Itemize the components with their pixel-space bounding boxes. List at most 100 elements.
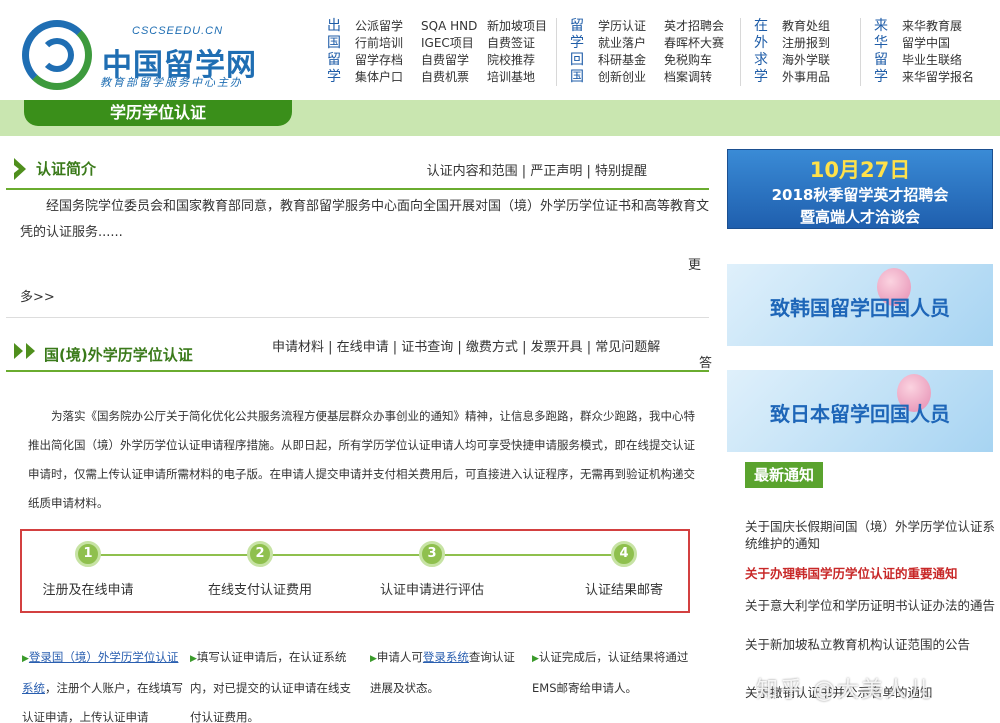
foreign-cert-links[interactable]: 申请材料 | 在线申请 | 证书查询 | 缴费方式 | 发票开具 | 常见问题解… (272, 340, 712, 371)
step-item: 2 在线支付认证费用 (180, 541, 340, 598)
banner-line: 2018秋季留学英才招聘会 (771, 186, 949, 204)
news-item[interactable]: 关于国庆长假期间国（境）外学历学位认证系统维护的通知 (745, 518, 995, 552)
logo-emblem-inner (40, 38, 74, 72)
step-label: 认证申请进行评估 (379, 583, 484, 598)
nav-link[interactable]: 科研基金 (598, 52, 656, 69)
foreign-cert-text: 为落实《国务院办公厅关于简化优化公共服务流程方便基层群众办事创业的通知》精神，让… (28, 409, 695, 510)
nav-group-study-abroad: 出国留学 公派留学 行前培训 留学存档 集体户口 SQA HND IGEC项目 … (325, 18, 547, 86)
nav-divider (556, 18, 557, 86)
nav-link[interactable]: 学历认证 (598, 18, 656, 35)
triangle-bullet-icon: ▶ (22, 654, 29, 664)
link-statement[interactable]: 严正声明 (530, 164, 582, 179)
banner-line: 暨高端人才洽谈会 (799, 208, 920, 226)
nav-divider (740, 18, 741, 86)
job-fair-banner[interactable]: 10月27日 2018秋季留学英才招聘会 暨高端人才洽谈会 (727, 149, 993, 229)
foreign-cert-links-line2[interactable]: 答 (699, 356, 712, 372)
nav-divider (860, 18, 861, 86)
instruction-text: 申请人可 (376, 650, 423, 664)
nav-link[interactable]: 春晖杯大赛 (664, 35, 724, 52)
nav-link[interactable]: 毕业生联络 (902, 52, 974, 69)
double-chevron-icon (14, 343, 35, 359)
nav-link[interactable]: 行前培训 (355, 35, 413, 52)
instruction-text: ，注册个人账户，在线填写认证申请，上传认证申请 (22, 681, 183, 723)
nav-link[interactable]: 外事用品 (782, 69, 830, 86)
instruction-text: 填写认证申请后，在认证系统内，对已提交的认证申请在线支付认证费用。 (190, 650, 351, 723)
nav-link[interactable]: SQA HND (421, 18, 479, 35)
watermark: 知乎 @大美人儿 (756, 678, 933, 703)
banner-text: 致日本留学回国人员 (770, 402, 950, 426)
nav-link[interactable]: 留学存档 (355, 52, 413, 69)
process-steps: 1 注册及在线申请 2 在线支付认证费用 3 认证申请进行评估 4 认证结果邮寄 (20, 529, 690, 613)
instruction-step3: ▶申请人可登录系统查询认证进展及状态。 (370, 643, 520, 703)
nav-link[interactable]: 自费机票 (421, 69, 479, 86)
instruction-text: 认证完成后，认证结果将通过EMS邮寄给申请人。 (532, 650, 689, 695)
foreign-cert-title: 国(境)外学历学位认证 (44, 346, 193, 364)
news-title: 最新通知 (745, 462, 823, 488)
intro-section: 认证简介 认证内容和范围 | 严正声明 | 特别提醒 经国务院学位委员会和国家教… (6, 150, 709, 318)
more-link[interactable]: 多>> (20, 286, 55, 305)
intro-header: 认证简介 认证内容和范围 | 严正声明 | 特别提醒 (6, 150, 709, 190)
step-label: 注册及在线申请 (42, 583, 134, 598)
intro-links: 认证内容和范围 | 严正声明 | 特别提醒 (426, 164, 647, 179)
step-number-badge: 3 (419, 541, 445, 567)
chevron-right-icon (14, 158, 26, 180)
foreign-cert-header: 国(境)外学历学位认证 申请材料 | 在线申请 | 证书查询 | 缴费方式 | … (6, 330, 712, 372)
page: CSCSEEDU.CN 中国留学网 教育部留学服务中心主办 出国留学 公派留学 … (0, 0, 1000, 723)
step-number-badge: 2 (247, 541, 273, 567)
triangle-bullet-icon: ▶ (190, 654, 197, 664)
instruction-step4: ▶认证完成后，认证结果将通过EMS邮寄给申请人。 (532, 643, 702, 703)
nav-group-title: 在外求学 (754, 18, 768, 85)
link-scope[interactable]: 认证内容和范围 (427, 164, 518, 179)
foreign-cert-links-line1[interactable]: 申请材料 | 在线申请 | 证书查询 | 缴费方式 | 发票开具 | 常见问题解 (272, 340, 660, 355)
triangle-bullet-icon: ▶ (370, 654, 377, 664)
nav-link[interactable]: 集体户口 (355, 69, 413, 86)
nav-link[interactable]: 留学中国 (902, 35, 974, 52)
step-number-badge: 4 (611, 541, 637, 567)
instruction-step1: ▶登录国（境）外学历学位认证系统，注册个人账户，在线填写认证申请，上传认证申请 (22, 643, 184, 723)
intro-title: 认证简介 (36, 160, 97, 178)
site-logo[interactable]: CSCSEEDU.CN 中国留学网 教育部留学服务中心主办 (22, 18, 292, 98)
nav-link[interactable]: 免税购车 (664, 52, 724, 69)
banner-text: 致韩国留学回国人员 (770, 296, 950, 320)
step-item: 1 注册及在线申请 (8, 541, 168, 598)
nav-link[interactable]: 自费签证 (487, 35, 547, 52)
japan-returnees-banner[interactable]: 致日本留学回国人员 (727, 370, 993, 452)
news-item[interactable]: 关于意大利学位和学历证明书认证办法的通告 (745, 597, 995, 614)
step-number-badge: 1 (75, 541, 101, 567)
nav-group-abroad-study: 在外求学 教育处组 注册报到 海外学联 外事用品 (752, 18, 830, 86)
nav-link[interactable]: 来华教育展 (902, 18, 974, 35)
nav-link[interactable]: 新加坡项目 (487, 18, 547, 35)
nav-link[interactable]: 英才招聘会 (664, 18, 724, 35)
step-label: 在线支付认证费用 (207, 583, 312, 598)
banner-date: 10月27日 (809, 158, 911, 182)
nav-group-return: 留学回国 学历认证 就业落户 科研基金 创新创业 英才招聘会 春晖杯大赛 免税购… (568, 18, 724, 86)
step-item: 4 认证结果邮寄 (544, 541, 704, 598)
nav-link[interactable]: 自费留学 (421, 52, 479, 69)
nav-link[interactable]: 公派留学 (355, 18, 413, 35)
step-label: 认证结果邮寄 (584, 583, 663, 598)
nav-group-title: 留学回国 (570, 18, 584, 85)
nav-link[interactable]: 培训基地 (487, 69, 547, 86)
nav-link[interactable]: 创新创业 (598, 69, 656, 86)
nav-group-come-china: 来华留学 来华教育展 留学中国 毕业生联络 来华留学报名 (872, 18, 974, 86)
nav-link[interactable]: 来华留学报名 (902, 69, 974, 86)
nav-link[interactable]: IGEC项目 (421, 35, 479, 52)
news-item[interactable]: 关于新加坡私立教育机构认证范围的公告 (745, 636, 995, 653)
nav-link[interactable]: 院校推荐 (487, 52, 547, 69)
nav-link[interactable]: 档案调转 (664, 69, 724, 86)
instruction-step2: ▶填写认证申请后，在认证系统内，对已提交的认证申请在线支付认证费用。 (190, 643, 360, 723)
nav-link[interactable]: 就业落户 (598, 35, 656, 52)
news-item[interactable]: 关于办理韩国学历学位认证的重要通知 (745, 565, 995, 582)
page-title: 学历学位认证 (24, 100, 292, 126)
intro-text: 经国务院学位委员会和国家教育部同意，教育部留学服务中心面向全国开展对国（境）外学… (20, 199, 710, 240)
link-reminder[interactable]: 特别提醒 (595, 164, 647, 179)
step-item: 3 认证申请进行评估 (352, 541, 512, 598)
nav-link[interactable]: 注册报到 (782, 35, 830, 52)
login-system-link[interactable]: 登录系统 (423, 650, 469, 664)
nav-group-title: 来华留学 (874, 18, 888, 85)
nav-link[interactable]: 海外学联 (782, 52, 830, 69)
more-link[interactable]: 更 (688, 254, 701, 273)
nav-link[interactable]: 教育处组 (782, 18, 830, 35)
logo-subtitle: 教育部留学服务中心主办 (100, 76, 243, 89)
korea-returnees-banner[interactable]: 致韩国留学回国人员 (727, 264, 993, 346)
